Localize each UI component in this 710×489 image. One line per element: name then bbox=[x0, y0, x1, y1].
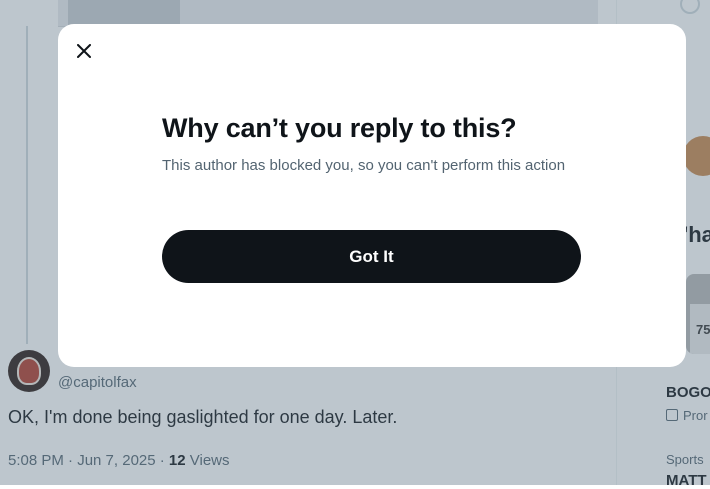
dialog-title: Why can’t you reply to this? bbox=[162, 113, 517, 143]
got-it-button[interactable]: Got It bbox=[162, 230, 581, 283]
close-button[interactable] bbox=[69, 36, 99, 66]
close-icon bbox=[77, 44, 91, 58]
blocked-dialog: Why can’t you reply to this? This author… bbox=[58, 24, 686, 367]
dialog-message: This author has blocked you, so you can'… bbox=[162, 157, 566, 174]
